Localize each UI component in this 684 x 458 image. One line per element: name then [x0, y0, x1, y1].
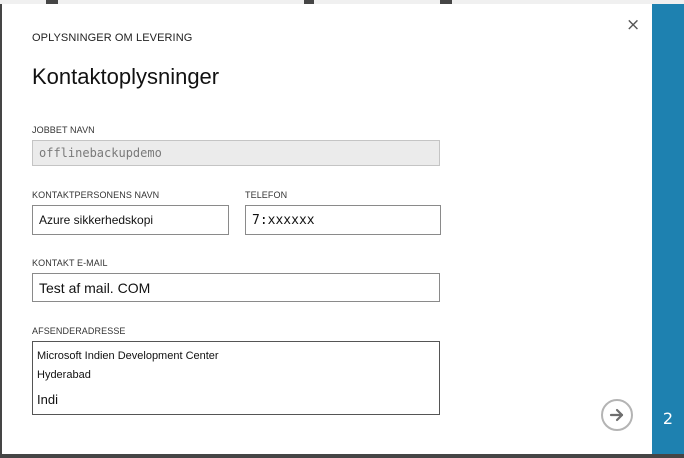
close-button[interactable]: × — [626, 15, 641, 35]
section-header: OPLYSNINGER OM LEVERING — [32, 32, 193, 44]
sender-address-label: AFSENDERADRESSE — [32, 326, 126, 336]
address-line: Microsoft Indien Development Center — [37, 350, 219, 362]
job-name-label: JOBBET NAVN — [32, 125, 95, 135]
step-number: 2 — [662, 409, 674, 428]
contact-person-label: KONTAKTPERSONENS NAVN — [32, 190, 160, 200]
contact-info-dialog: × OPLYSNINGER OM LEVERING Kontaktoplysni… — [2, 4, 652, 454]
email-input[interactable] — [32, 273, 440, 302]
next-button[interactable] — [601, 399, 633, 431]
contact-person-input[interactable] — [32, 205, 229, 235]
email-label: KONTAKT E-MAIL — [32, 258, 108, 268]
page-title: Kontaktoplysninger — [32, 64, 220, 89]
address-line: Indi — [37, 392, 58, 407]
address-line: Hyderabad — [37, 369, 91, 381]
job-name-input[interactable] — [32, 140, 440, 166]
sender-address-textarea[interactable]: Microsoft Indien Development Center Hyde… — [32, 341, 440, 415]
close-icon: × — [626, 15, 641, 35]
phone-input[interactable] — [245, 205, 441, 235]
arrow-right-icon — [609, 408, 624, 422]
phone-label: TELEFON — [245, 190, 288, 200]
wizard-step-panel: 2 — [652, 4, 684, 454]
